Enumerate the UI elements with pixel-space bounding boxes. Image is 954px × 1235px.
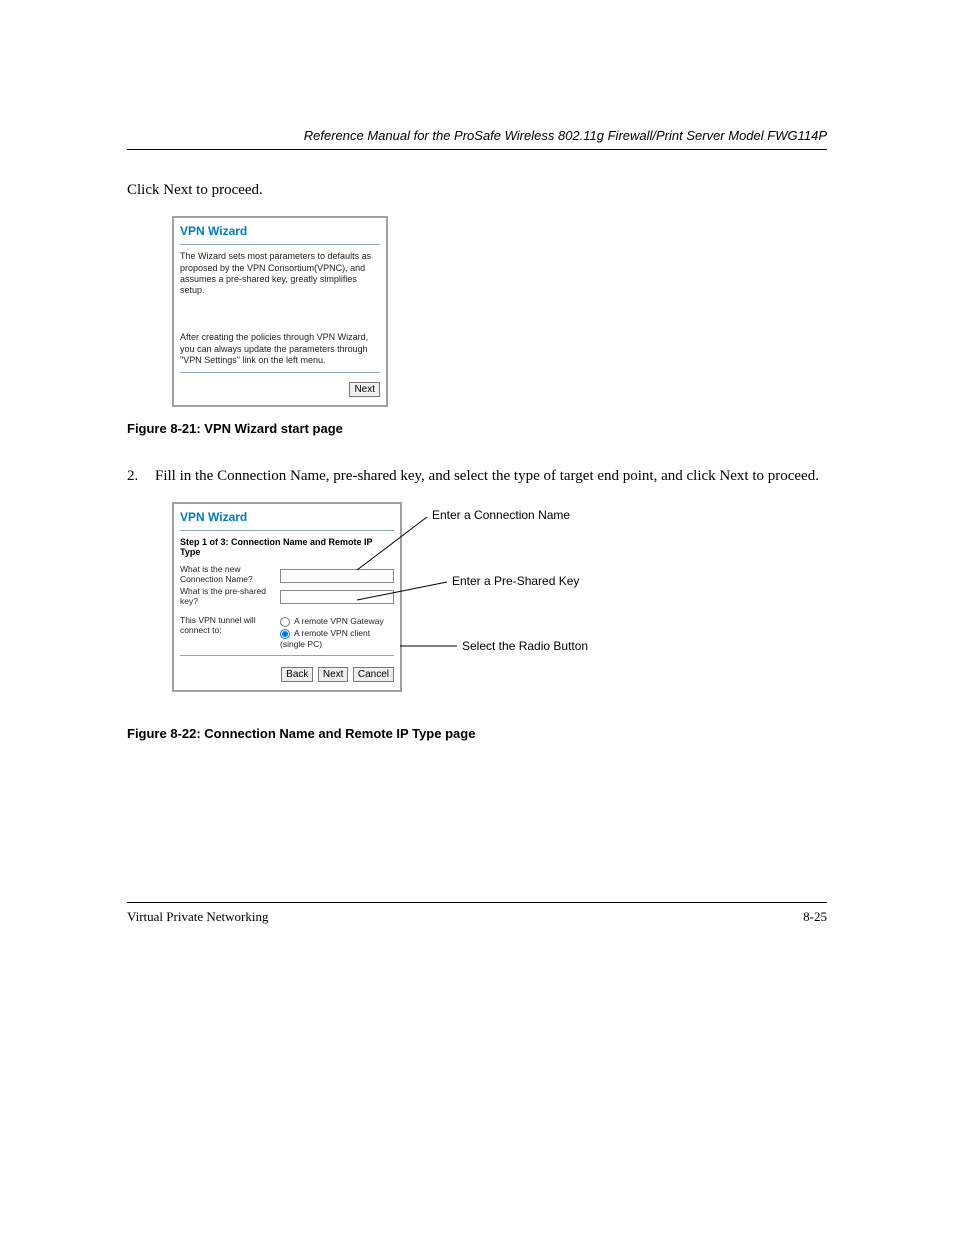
panel-title: VPN Wizard: [180, 510, 394, 524]
callout-connection-name: Enter a Connection Name: [432, 508, 570, 522]
panel-rule: [180, 372, 380, 373]
radio-client-input[interactable]: [280, 629, 290, 639]
footer-line: Virtual Private Networking 8-25: [127, 909, 827, 925]
panel-title: VPN Wizard: [180, 224, 380, 238]
callout-radio-button: Select the Radio Button: [462, 639, 588, 653]
vpn-wizard-start-panel: VPN Wizard The Wizard sets most paramete…: [172, 216, 388, 407]
intro-text: Click Next to proceed.: [127, 180, 827, 200]
next-button[interactable]: Next: [349, 382, 380, 397]
figure-8-22: VPN Wizard Step 1 of 3: Connection Name …: [127, 502, 827, 732]
radio-gateway[interactable]: A remote VPN Gateway: [280, 616, 394, 627]
footer-right: 8-25: [803, 909, 827, 925]
callout-preshared-key: Enter a Pre-Shared Key: [452, 574, 579, 588]
step-number: 2.: [127, 466, 155, 486]
figure-caption-1: Figure 8-21: VPN Wizard start page: [127, 421, 827, 436]
radio-gateway-label: A remote VPN Gateway: [294, 616, 384, 626]
footer-left: Virtual Private Networking: [127, 909, 268, 925]
panel-rule: [180, 530, 394, 531]
step-label: Step 1 of 3: Connection Name and Remote …: [180, 537, 394, 557]
step-2-text: 2. Fill in the Connection Name, pre-shar…: [127, 466, 827, 486]
running-head: Reference Manual for the ProSafe Wireles…: [127, 128, 827, 143]
panel-rule: [180, 655, 394, 656]
preshared-key-label: What is the pre-shared key?: [180, 587, 280, 607]
next-button[interactable]: Next: [318, 667, 349, 682]
radio-client-label: A remote VPN client (single PC): [280, 628, 370, 649]
panel-paragraph-2: After creating the policies through VPN …: [180, 332, 380, 366]
step-instruction: Fill in the Connection Name, pre-shared …: [155, 466, 819, 486]
connection-name-input[interactable]: [280, 569, 394, 583]
back-button[interactable]: Back: [281, 667, 313, 682]
header-rule: [127, 149, 827, 150]
figure-8-21: VPN Wizard The Wizard sets most paramete…: [127, 216, 827, 436]
connect-to-label: This VPN tunnel will connect to:: [180, 616, 280, 650]
panel-paragraph-1: The Wizard sets most parameters to defau…: [180, 251, 380, 296]
radio-gateway-input[interactable]: [280, 617, 290, 627]
footer-rule: [127, 902, 827, 903]
figure-caption-2: Figure 8-22: Connection Name and Remote …: [127, 726, 475, 741]
preshared-key-input[interactable]: [280, 590, 394, 604]
vpn-wizard-step1-panel: VPN Wizard Step 1 of 3: Connection Name …: [172, 502, 402, 691]
radio-client[interactable]: A remote VPN client (single PC): [280, 628, 394, 651]
connection-name-label: What is the new Connection Name?: [180, 565, 280, 585]
cancel-button[interactable]: Cancel: [353, 667, 394, 682]
panel-rule: [180, 244, 380, 245]
